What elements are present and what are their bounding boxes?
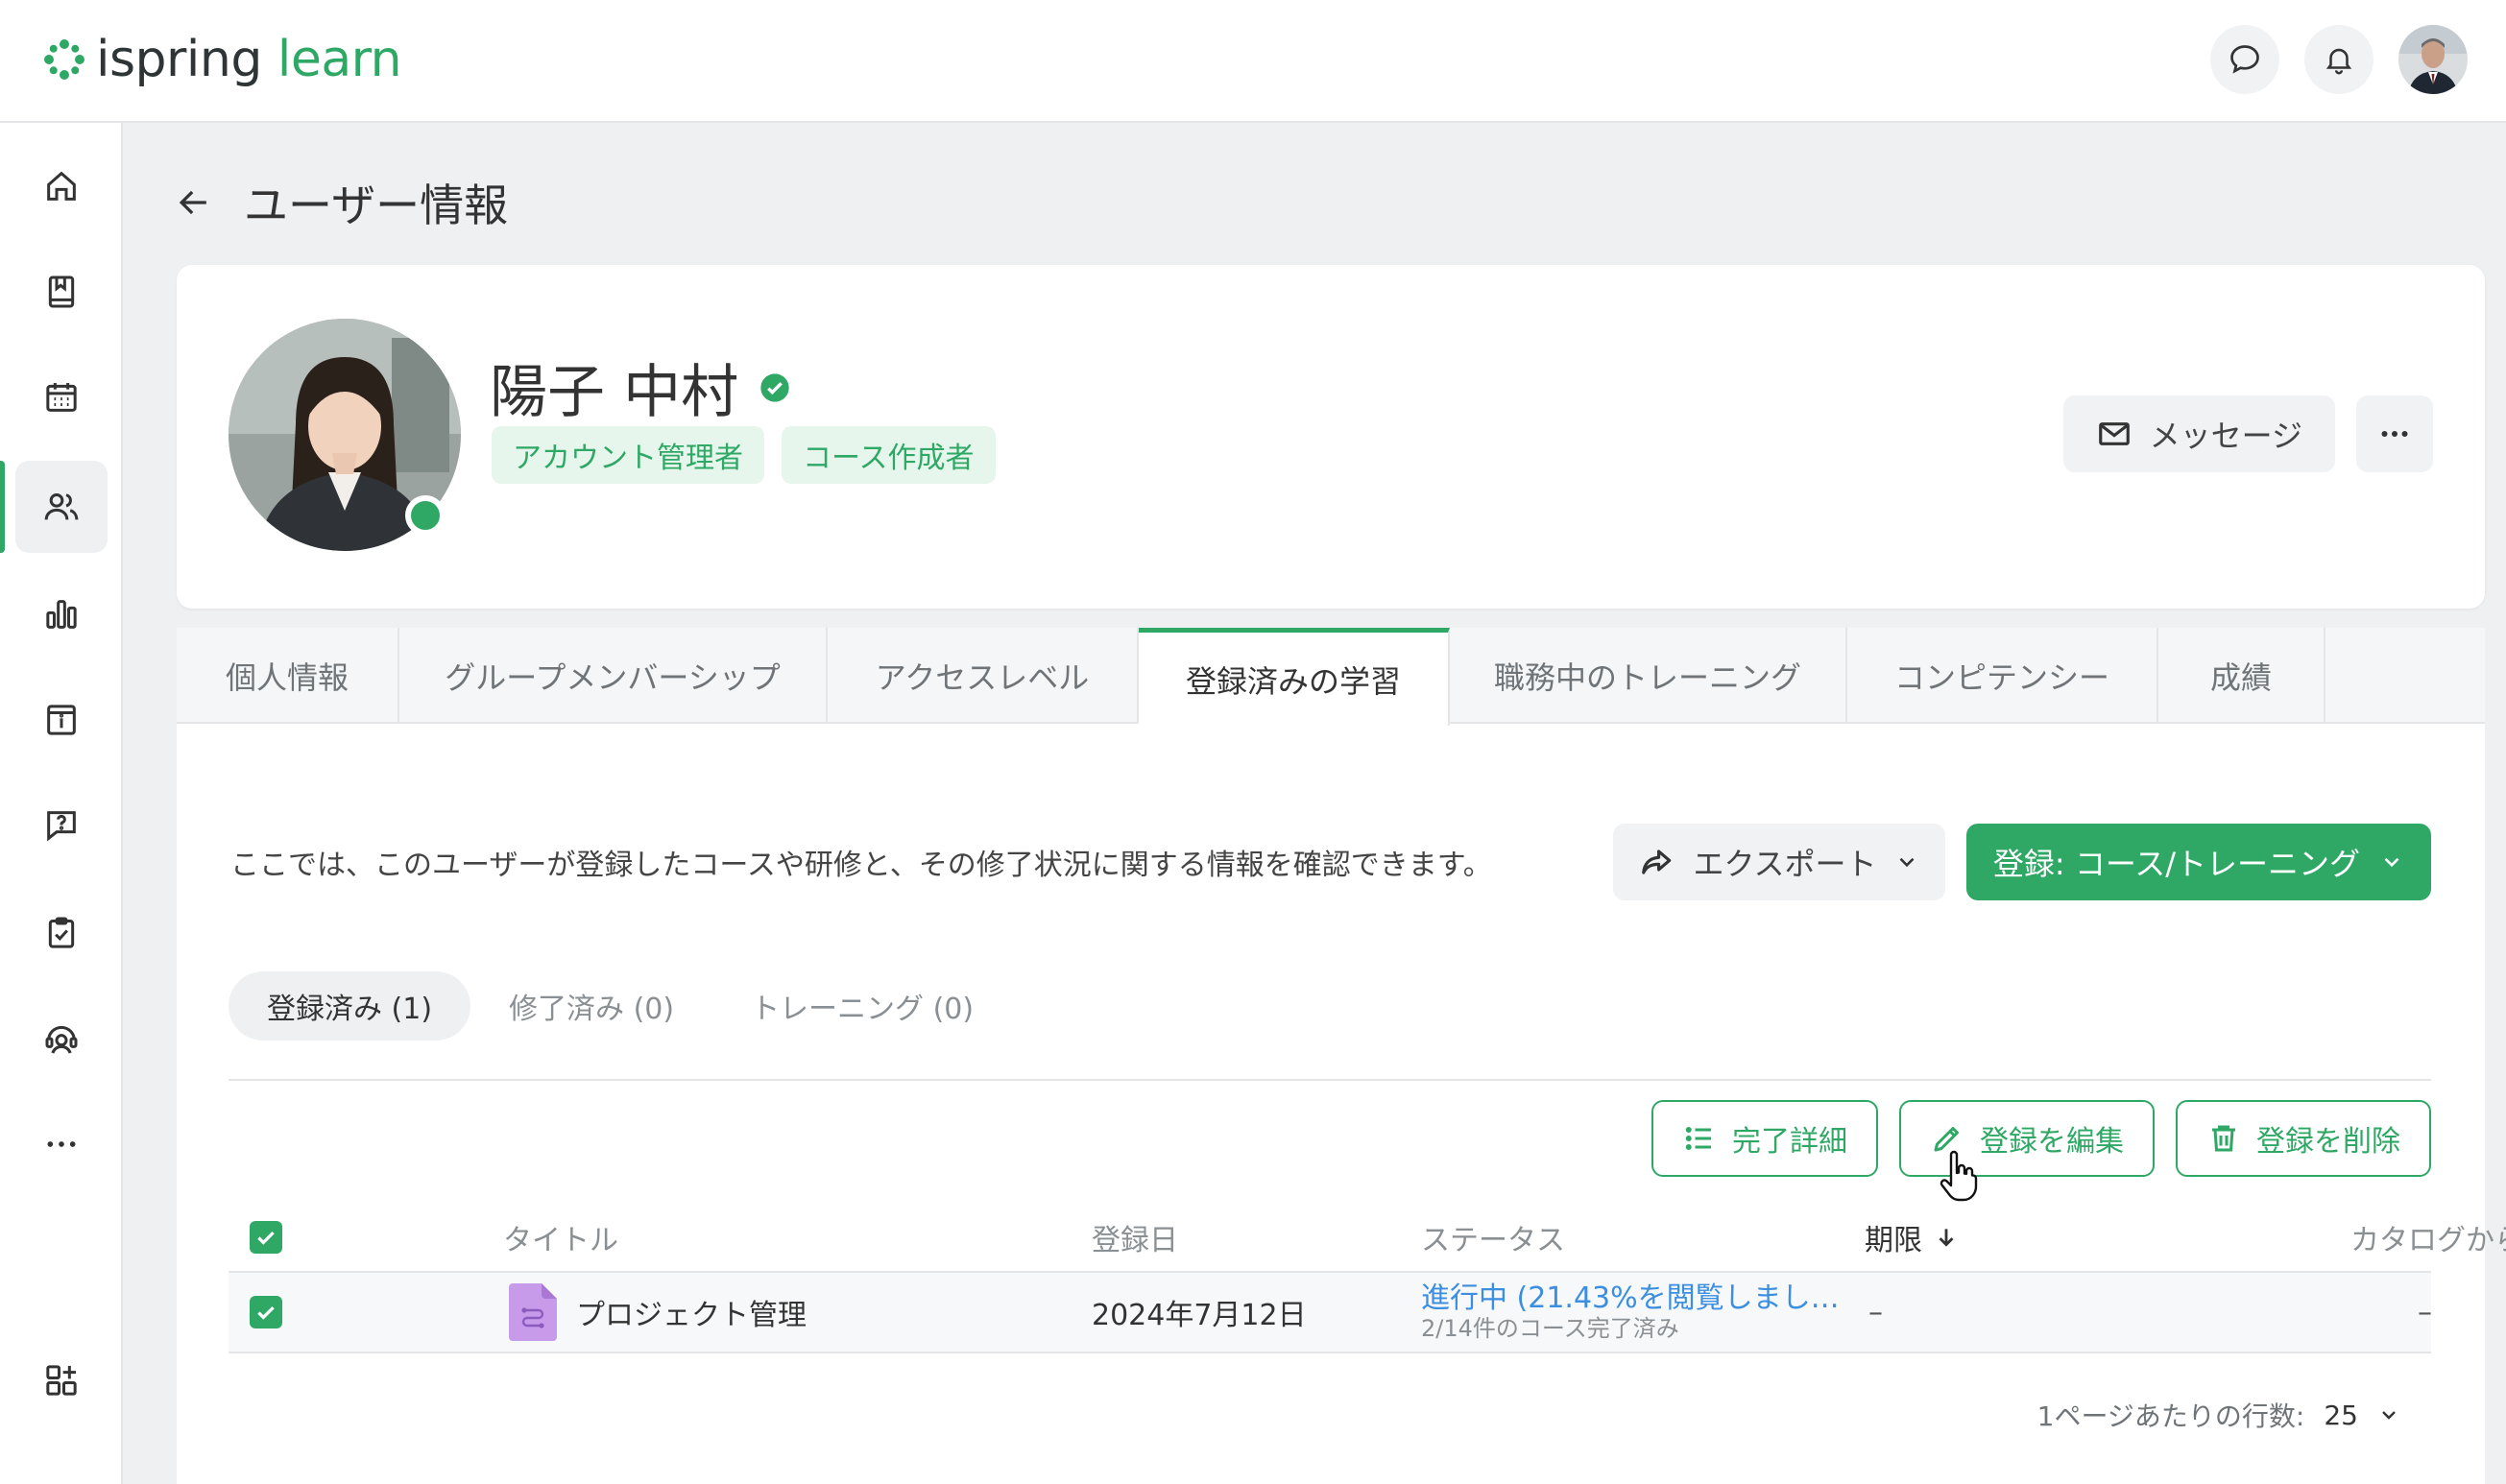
- tab-personal-info[interactable]: 個人情報: [177, 628, 399, 724]
- active-indicator: [0, 461, 5, 553]
- header-enrolled-date[interactable]: 登録日: [1092, 1204, 1178, 1271]
- subtab-training[interactable]: トレーニング (0): [712, 971, 1012, 1041]
- book-icon: [48, 275, 75, 308]
- nav-users[interactable]: [15, 461, 108, 553]
- export-button[interactable]: エクスポート: [1613, 824, 1945, 900]
- notifications-button[interactable]: [2304, 25, 2373, 94]
- course-file-icon: [509, 1283, 557, 1341]
- tab-competencies[interactable]: コンピテンシー: [1847, 628, 2158, 724]
- ispring-logo-icon: [44, 39, 84, 80]
- tab-grades[interactable]: 成績: [2158, 628, 2325, 724]
- more-dots-icon: [47, 1141, 76, 1147]
- chat-button[interactable]: [2210, 25, 2279, 94]
- clipboard-check-icon: [48, 917, 75, 948]
- header-deadline[interactable]: 期限: [1865, 1204, 1959, 1271]
- subtab-bar: 登録済み (1) 修了済み (0) トレーニング (0): [229, 971, 1012, 1041]
- share-arrow-icon: [1642, 850, 1672, 874]
- nav-calendar[interactable]: [15, 351, 108, 443]
- rows-per-page[interactable]: 1ページあたりの行数: 25: [2037, 1396, 2400, 1434]
- role-tag-admin: アカウント管理者: [492, 426, 764, 484]
- rows-per-page-label: 1ページあたりの行数:: [2036, 1400, 2305, 1432]
- role-tag-author: コース作成者: [782, 426, 996, 484]
- status-progress-link[interactable]: 進行中 (21.43%を閲覧しまし…: [1421, 1282, 1840, 1315]
- bell-icon: [2325, 48, 2352, 75]
- table-header: タイトル 登録日 ステータス 期限 カタログから: [229, 1204, 2506, 1273]
- table-row[interactable]: プロジェクト管理 2024年7月12日 進行中 (21.43%を閲覧しまし… 2…: [229, 1273, 2432, 1353]
- header-from-catalog[interactable]: カタログから: [2350, 1204, 2506, 1271]
- nav-library[interactable]: [15, 246, 108, 338]
- subtab-completed[interactable]: 修了済み (0): [470, 971, 712, 1041]
- nav-add-app[interactable]: [15, 1334, 108, 1426]
- user-name: 陽子 中村: [490, 346, 790, 429]
- tab-enrolled-learning[interactable]: 登録済みの学習: [1139, 628, 1450, 726]
- bar-chart-icon: [46, 600, 77, 629]
- logo[interactable]: ispring learn: [42, 29, 402, 90]
- delete-enrollment-button[interactable]: 登録を削除: [2176, 1100, 2431, 1177]
- add-app-icon: [46, 1365, 77, 1396]
- trash-icon: [2212, 1125, 2235, 1152]
- profile-card: 陽子 中村 アカウント管理者 コース作成者 メッセージ: [177, 265, 2485, 609]
- header-status[interactable]: ステータス: [1421, 1204, 1565, 1271]
- verified-icon: [760, 372, 789, 402]
- role-tags: アカウント管理者 コース作成者: [492, 426, 996, 484]
- header-title[interactable]: タイトル: [503, 1204, 618, 1271]
- row-from-catalog: –: [2418, 1295, 2432, 1329]
- chevron-down-icon: [2382, 1411, 2396, 1420]
- list-icon: [1685, 1127, 1711, 1150]
- tab-access-level[interactable]: アクセスレベル: [828, 628, 1139, 724]
- tab-group-membership[interactable]: グループメンバーシップ: [399, 628, 828, 724]
- divider: [229, 1079, 2431, 1081]
- page-title: ユーザー情報: [244, 180, 509, 231]
- tab-bar: 個人情報 グループメンバーシップ アクセスレベル 登録済みの学習 職務中のトレー…: [177, 628, 2485, 726]
- completion-details-button[interactable]: 完了詳細: [1651, 1100, 1878, 1177]
- more-options-button[interactable]: [2356, 395, 2433, 472]
- select-all-checkbox[interactable]: [250, 1204, 282, 1271]
- row-enrolled-date: 2024年7月12日: [1092, 1299, 1307, 1332]
- logo-text: ispring learn: [96, 31, 402, 88]
- row-deadline: –: [1868, 1295, 1883, 1329]
- home-icon: [47, 171, 76, 201]
- arrow-down-icon: [1939, 1229, 1954, 1247]
- current-user-avatar[interactable]: [2398, 25, 2468, 94]
- mail-icon: [2098, 422, 2130, 445]
- sidebar: [0, 123, 123, 1484]
- subtab-enrolled[interactable]: 登録済み (1): [229, 971, 471, 1041]
- checkmark-icon: [257, 1231, 275, 1245]
- enroll-dropdown-button[interactable]: 登録: コース/トレーニング: [1966, 824, 2431, 900]
- question-chat-icon: [47, 811, 76, 842]
- hand-cursor-icon: [1938, 1150, 1980, 1204]
- checkmark-icon: [257, 1305, 275, 1320]
- chevron-down-icon: [2384, 857, 2399, 868]
- row-status[interactable]: 進行中 (21.43%を閲覧しまし… 2/14件のコース完了済み: [1421, 1273, 1840, 1352]
- top-bar: ispring learn: [0, 0, 2506, 123]
- more-horizontal-icon: [2381, 431, 2408, 437]
- content-card: 個人情報 グループメンバーシップ アクセスレベル 登録済みの学習 職務中のトレー…: [177, 628, 2506, 1484]
- support-agent-icon: [45, 1025, 78, 1054]
- nav-questions[interactable]: [15, 779, 108, 872]
- calendar-icon: [46, 383, 77, 412]
- users-icon: [44, 493, 79, 520]
- back-button[interactable]: [173, 181, 215, 224]
- chat-bubble-icon: [2230, 45, 2259, 74]
- rows-per-page-value: 25: [2324, 1399, 2358, 1431]
- row-title-cell[interactable]: プロジェクト管理: [509, 1273, 807, 1352]
- nav-home[interactable]: [15, 140, 108, 232]
- section-description: ここでは、このユーザーが登録したコースや研修と、その修了状況に関する情報を確認で…: [230, 849, 1492, 882]
- message-button[interactable]: メッセージ: [2062, 395, 2335, 472]
- info-board-icon: [47, 705, 76, 735]
- nav-info[interactable]: [15, 674, 108, 766]
- enrollments-table: タイトル 登録日 ステータス 期限 カタログから プロジェクト管理 2024年7…: [229, 1204, 2506, 1353]
- status-detail: 2/14件のコース完了済み: [1421, 1315, 1679, 1342]
- nav-more[interactable]: [15, 1098, 108, 1190]
- nav-support[interactable]: [15, 993, 108, 1085]
- row-checkbox[interactable]: [250, 1273, 282, 1352]
- chevron-down-icon: [1899, 857, 1914, 868]
- arrow-left-icon: [179, 190, 206, 215]
- nav-reports[interactable]: [15, 568, 108, 660]
- online-status-dot: [405, 495, 446, 536]
- nav-assignments[interactable]: [15, 887, 108, 979]
- tab-on-the-job-training[interactable]: 職務中のトレーニング: [1450, 628, 1847, 724]
